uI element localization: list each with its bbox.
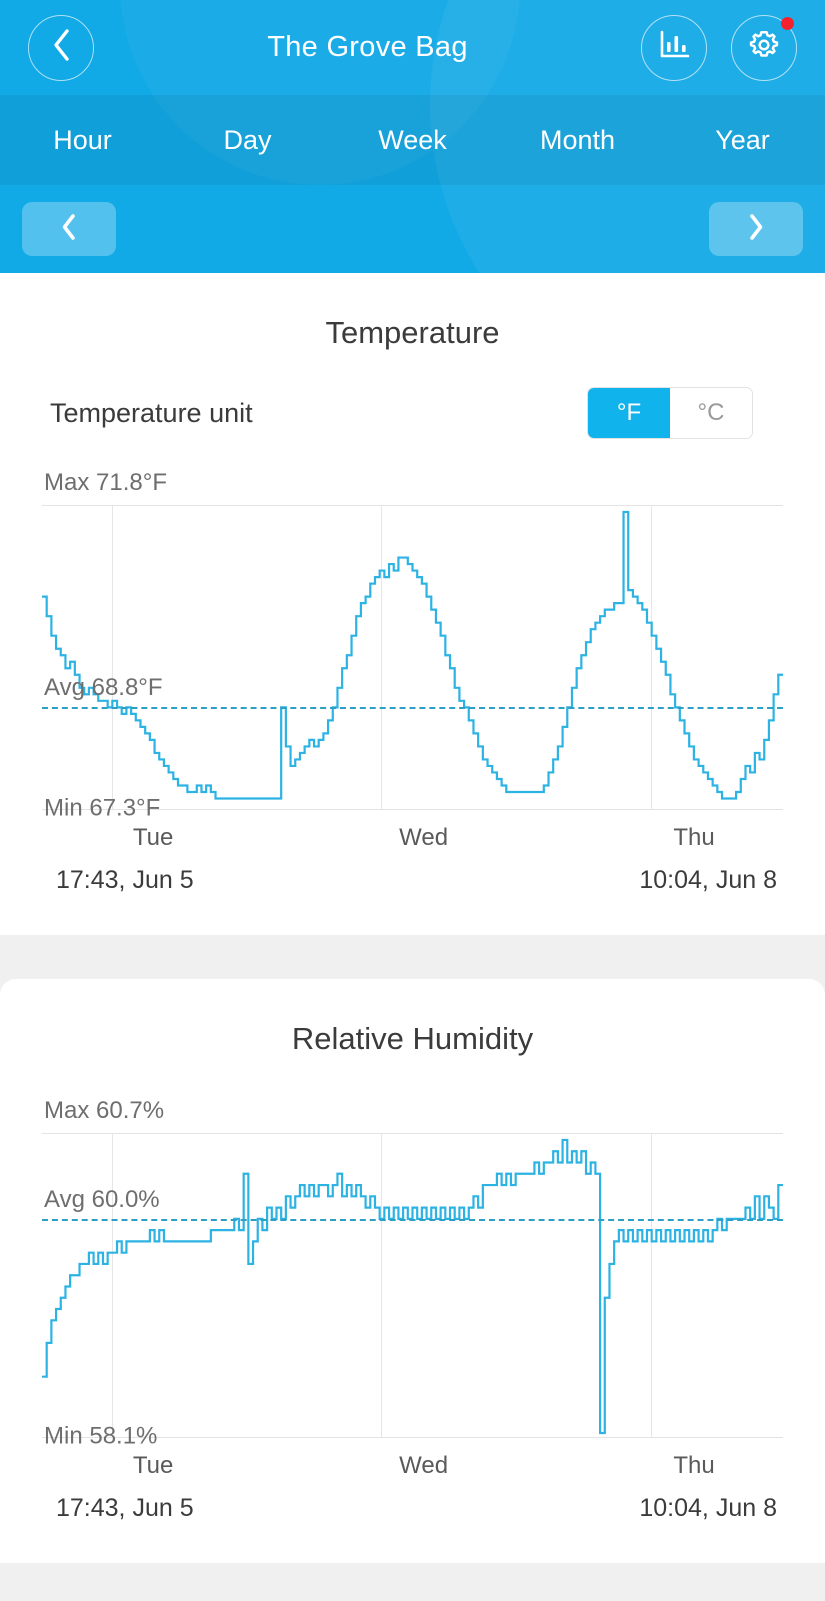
settings-button[interactable] [731, 14, 797, 81]
period-tab-bar: Hour Day Week Month Year [0, 95, 825, 185]
humidity-chart[interactable]: Avg 60.0% Min 58.1% [42, 1133, 783, 1449]
x-tick-thu: Thu [673, 1452, 715, 1479]
x-tick-thu: Thu [673, 824, 715, 851]
header-actions [641, 14, 797, 81]
temperature-unit-toggle[interactable]: °F °C [587, 387, 753, 439]
humidity-series-line [42, 1134, 783, 1437]
period-pager [0, 185, 825, 273]
tab-week[interactable]: Week [330, 125, 495, 156]
app-header: The Grove Bag Hour Day Week Month Year [0, 0, 825, 273]
gear-icon [747, 28, 781, 67]
temperature-range-start: 17:43, Jun 5 [56, 866, 194, 894]
unit-option-celsius[interactable]: °C [670, 388, 752, 438]
statistics-button[interactable] [641, 14, 707, 81]
temperature-avg-label: Avg 68.8°F [44, 674, 163, 702]
page-title: The Grove Bag [267, 31, 468, 63]
back-button[interactable] [28, 14, 94, 81]
temperature-chart[interactable]: Avg 68.8°F Min 67.3°F [42, 505, 783, 821]
chevron-left-icon [50, 28, 72, 67]
humidity-title: Relative Humidity [291, 1021, 534, 1056]
tab-year[interactable]: Year [660, 125, 825, 156]
app-screen: The Grove Bag Hour Day Week Month Year T… [0, 0, 825, 1601]
section-divider [0, 935, 825, 979]
tab-hour[interactable]: Hour [0, 125, 165, 156]
humidity-chart-block: Max 60.7% Avg 60.0% Min 58.1% Tue Wed Th… [0, 1067, 825, 1563]
unit-option-fahrenheit[interactable]: °F [588, 388, 670, 438]
temperature-unit-row: Temperature unit °F °C [0, 361, 825, 439]
pager-next-button[interactable] [709, 202, 803, 256]
temperature-max-label: Max 71.8°F [44, 469, 167, 496]
humidity-range-row: 17:43, Jun 5 10:04, Jun 8 [42, 1488, 783, 1563]
temperature-chart-block: Max 71.8°F Avg 68.8°F Min 67.3°F Tue Wed… [0, 439, 825, 935]
x-tick-wed: Wed [399, 824, 449, 851]
bar-chart-icon [657, 29, 691, 66]
tab-day[interactable]: Day [165, 125, 330, 156]
x-tick-wed: Wed [399, 1452, 449, 1479]
humidity-max-label: Max 60.7% [44, 1097, 165, 1124]
x-tick-tue: Tue [132, 824, 174, 851]
temperature-unit-label: Temperature unit [50, 397, 253, 428]
pager-prev-button[interactable] [22, 202, 116, 256]
x-tick-tue: Tue [132, 1452, 174, 1479]
chevron-right-icon [747, 213, 765, 246]
title-bar: The Grove Bag [0, 0, 825, 95]
humidity-average-line [42, 1218, 783, 1221]
temperature-series-line [42, 506, 783, 809]
temperature-card: Temperature Temperature unit °F °C Max 7… [0, 273, 825, 935]
settings-notification-badge [781, 16, 794, 30]
humidity-x-axis: Tue Wed Thu [42, 1438, 783, 1488]
temperature-x-axis: Tue Wed Thu [42, 810, 783, 860]
humidity-range-end: 10:04, Jun 8 [639, 1494, 777, 1522]
temperature-range-end: 10:04, Jun 8 [639, 866, 777, 894]
temperature-title: Temperature [325, 315, 500, 350]
humidity-range-start: 17:43, Jun 5 [56, 1494, 194, 1522]
humidity-card: Relative Humidity Max 60.7% Avg 60.0% Mi… [0, 979, 825, 1563]
temperature-range-row: 17:43, Jun 5 10:04, Jun 8 [42, 860, 783, 935]
chevron-left-icon [60, 213, 78, 246]
temperature-average-line [42, 707, 783, 710]
tab-month[interactable]: Month [495, 125, 660, 156]
humidity-avg-label: Avg 60.0% [44, 1185, 160, 1213]
